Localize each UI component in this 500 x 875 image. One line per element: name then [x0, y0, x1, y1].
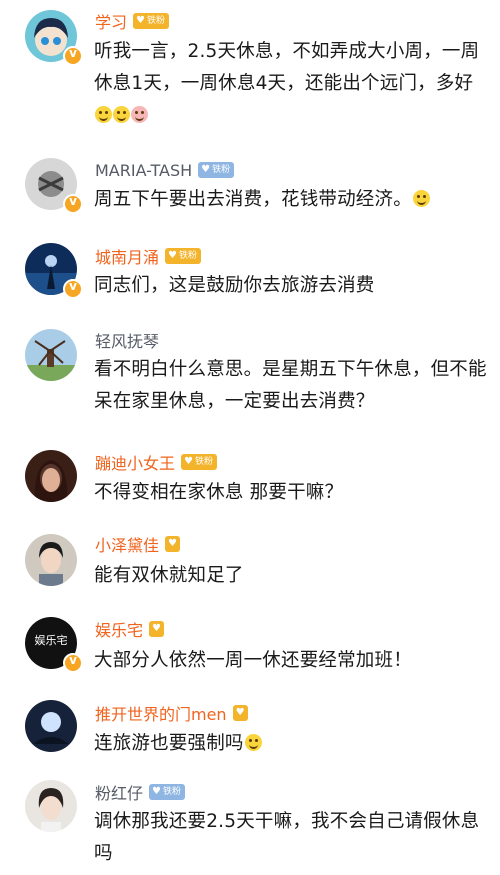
comment-text: 大部分人依然一周一休还要经常加班！ — [94, 645, 490, 677]
comment-body: 周五下午要出去消费，花钱带动经济。 — [94, 189, 412, 210]
comment-header: MARIA-TASH ♥ 铁粉 — [95, 158, 235, 182]
username[interactable]: 蹦迪小女王 — [95, 450, 175, 474]
comment-header: 小泽黛佳 ♥ — [95, 532, 180, 556]
comment-header: 粉红仔 ♥ 铁粉 — [95, 780, 185, 804]
avatar[interactable] — [25, 329, 77, 381]
fan-badge-label: 铁粉 — [146, 16, 165, 26]
comment-body: 同志们，这是鼓励你去旅游去消费 — [94, 275, 375, 296]
username[interactable]: 小泽黛佳 — [95, 532, 159, 556]
fan-badge: ♥ 铁粉 — [165, 248, 201, 264]
username[interactable]: 城南月涌 — [95, 244, 159, 268]
comment-header: 蹦迪小女王 ♥ 铁粉 — [95, 450, 217, 474]
fan-badge-label: 铁粉 — [212, 165, 231, 175]
verified-badge-icon — [63, 279, 83, 299]
comment-body: 调休那我还要2.5天干嘛，我不会自己请假休息吗 — [94, 811, 480, 864]
fan-badge-label: 铁粉 — [162, 787, 181, 797]
fan-badge-label: 铁粉 — [178, 251, 197, 261]
comment-header: 娱乐宅 ♥ — [95, 617, 164, 641]
username[interactable]: 轻风抚琴 — [95, 328, 159, 352]
comment-body: 听我一言，2.5天休息，不如弄成大小周，一周休息1天，一周休息4天，还能出个远门… — [94, 41, 480, 94]
fan-badge: ♥ 铁粉 — [149, 784, 185, 800]
comment-text: 调休那我还要2.5天干嘛，我不会自己请假休息吗 — [94, 806, 490, 870]
comment-header: 轻风抚琴 — [95, 328, 159, 352]
heart-icon: ♥ — [136, 15, 145, 26]
comment-text: 连旅游也要强制吗 — [94, 728, 490, 760]
username[interactable]: 推开世界的门men — [95, 701, 227, 725]
username[interactable]: 娱乐宅 — [95, 617, 143, 641]
fan-badge: ♥ — [232, 705, 248, 721]
doge-emoji — [113, 106, 130, 123]
heart-icon: ♥ — [184, 456, 193, 467]
verified-badge-icon — [63, 653, 83, 673]
heart-icon: ♥ — [168, 250, 177, 261]
fan-badge: ♥ — [165, 536, 180, 552]
avatar[interactable] — [25, 450, 77, 502]
comment-body: 能有双休就知足了 — [94, 565, 244, 586]
comment-body: 看不明白什么意思。是星期五下午休息，但不能呆在家里休息，一定要出去消费？ — [94, 359, 487, 412]
grin-emoji — [412, 190, 430, 207]
verified-badge-icon — [63, 194, 83, 214]
verified-badge-icon — [63, 46, 83, 66]
heart-icon: ♥ — [235, 707, 245, 718]
comment-text: 看不明白什么意思。是星期五下午休息，但不能呆在家里休息，一定要出去消费？ — [94, 354, 490, 418]
fan-badge: ♥ 铁粉 — [198, 162, 235, 178]
doge-emoji — [95, 106, 112, 123]
fan-badge: ♥ 铁粉 — [181, 454, 217, 470]
comment-text: 周五下午要出去消费，花钱带动经济。 — [94, 184, 490, 216]
heart-icon: ♥ — [168, 538, 177, 549]
comment-header: 推开世界的门men ♥ — [95, 701, 248, 725]
comment-text: 不得变相在家休息 那要干嘛？ — [94, 477, 490, 509]
heart-icon: ♥ — [201, 164, 211, 175]
fan-badge: ♥ — [149, 621, 164, 637]
comment-header: 学习 ♥ 铁粉 — [95, 9, 169, 33]
avatar[interactable] — [25, 700, 77, 752]
pig-emoji — [131, 106, 148, 123]
avatar[interactable] — [25, 780, 77, 832]
comment-body: 连旅游也要强制吗 — [94, 733, 244, 754]
username[interactable]: 粉红仔 — [95, 780, 143, 804]
heart-icon: ♥ — [152, 623, 161, 634]
username[interactable]: MARIA-TASH — [95, 161, 192, 180]
username[interactable]: 学习 — [95, 9, 127, 33]
fan-badge-label: 铁粉 — [194, 457, 213, 467]
comment-text: 听我一言，2.5天休息，不如弄成大小周，一周休息1天，一周休息4天，还能出个远门… — [94, 36, 490, 132]
heart-icon: ♥ — [152, 786, 161, 797]
sweat-smile-emoji — [244, 734, 262, 751]
comment-header: 城南月涌 ♥ 铁粉 — [95, 244, 201, 268]
comment-body: 大部分人依然一周一休还要经常加班！ — [94, 650, 412, 671]
comment-body: 不得变相在家休息 那要干嘛？ — [94, 482, 344, 503]
avatar-logo-text: 娱乐宅 — [34, 634, 68, 647]
fan-badge: ♥ 铁粉 — [133, 13, 169, 29]
comment-text: 同志们，这是鼓励你去旅游去消费 — [94, 270, 490, 302]
avatar[interactable] — [25, 534, 77, 586]
comment-text: 能有双休就知足了 — [94, 560, 490, 592]
